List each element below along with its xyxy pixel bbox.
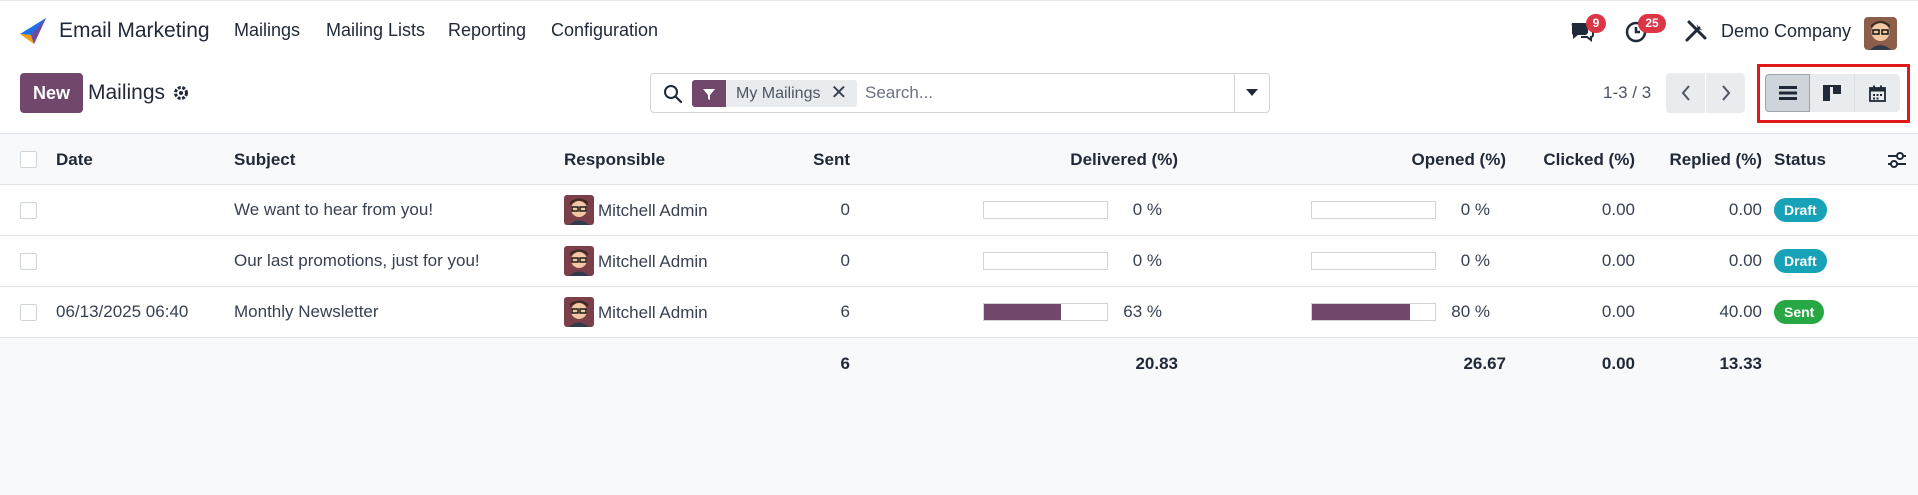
opened-progress-bar [1311,201,1436,219]
delivered-progress-fill [984,304,1062,320]
search-bar[interactable]: My Mailings ✕ [650,73,1235,113]
delivered-progress-bar [983,201,1108,219]
row-checkbox[interactable] [20,202,37,219]
cell-subject: Our last promotions, just for you! [234,251,480,270]
cell-replied: 0.00 [1728,200,1762,219]
tools-icon[interactable] [1683,18,1709,44]
menu-mailings[interactable]: Mailings [234,20,300,41]
status-badge: Draft [1774,249,1827,273]
cell-responsible: Mitchell Admin [598,252,708,271]
pager-next-button[interactable] [1706,73,1745,113]
messages-count-badge: 9 [1586,14,1606,33]
pager-previous-button[interactable] [1666,73,1705,113]
opened-progress-fill [1312,304,1411,320]
header-opened[interactable]: Opened (%) [1330,150,1506,170]
menu-mailing-lists[interactable]: Mailing Lists [326,20,425,41]
cell-delivered: 0 % [1132,251,1162,270]
table-footer-totals: 6 20.83 26.67 0.00 13.33 [0,338,1918,495]
avatar [564,246,594,276]
table-row[interactable]: 06/13/2025 06:40 Monthly Newsletter Mitc… [0,287,1918,338]
view-switcher-highlight [1757,64,1910,123]
header-replied[interactable]: Replied (%) [1640,150,1762,170]
row-checkbox[interactable] [20,253,37,270]
total-opened: 26.67 [1463,354,1506,373]
cell-opened: 80 % [1451,302,1490,321]
cell-clicked: 0.00 [1601,302,1635,321]
table-row[interactable]: Our last promotions, just for you! Mitch… [0,236,1918,287]
cell-opened: 0 % [1460,251,1490,270]
company-switcher[interactable]: Demo Company [1721,21,1851,42]
cell-delivered: 0 % [1132,200,1162,219]
avatar [564,297,594,327]
header-date[interactable]: Date [56,150,93,170]
caret-down-icon [1245,89,1258,96]
status-badge: Sent [1774,300,1825,324]
cell-responsible: Mitchell Admin [598,303,708,322]
cell-replied: 40.00 [1719,302,1762,321]
cell-sent: 0 [840,200,850,219]
cell-responsible: Mitchell Admin [598,201,708,220]
total-replied: 13.33 [1719,354,1762,373]
cell-sent: 6 [840,302,850,321]
chevron-left-icon [1681,85,1690,101]
facet-label: My Mailings [736,84,821,102]
header-responsible[interactable]: Responsible [564,150,665,170]
total-delivered: 20.83 [1135,354,1178,373]
opened-progress-bar [1311,303,1436,321]
filter-icon [692,80,726,107]
header-clicked[interactable]: Clicked (%) [1520,150,1635,170]
close-icon[interactable]: ✕ [830,80,857,107]
search-input[interactable] [865,80,1225,106]
opened-progress-bar [1311,252,1436,270]
cell-clicked: 0.00 [1601,200,1635,219]
cell-subject: We want to hear from you! [234,200,434,219]
page-title: Mailings [88,81,166,104]
cell-subject: Monthly Newsletter [234,302,379,321]
user-avatar[interactable] [1864,17,1897,50]
pager-value[interactable]: 1-3 / 3 [1603,83,1651,103]
total-clicked: 0.00 [1601,354,1635,373]
search-options-toggle[interactable] [1234,73,1270,113]
optional-columns-icon[interactable] [1887,152,1907,168]
activities-count-badge: 25 [1638,14,1666,33]
app-logo-icon[interactable] [18,16,48,46]
delivered-progress-bar [983,252,1108,270]
status-badge: Draft [1774,198,1827,222]
menu-configuration[interactable]: Configuration [551,20,658,41]
filter-facet: My Mailings ✕ [692,80,858,107]
cell-opened: 0 % [1460,200,1490,219]
delivered-progress-bar [983,303,1108,321]
row-checkbox[interactable] [20,304,37,321]
gear-icon[interactable] [172,84,190,102]
table-header: Date Subject Responsible Sent Delivered … [0,133,1918,185]
top-border [0,0,1918,4]
menu-reporting[interactable]: Reporting [448,20,526,41]
chevron-right-icon [1721,85,1730,101]
header-sent[interactable]: Sent [790,150,850,170]
total-sent: 6 [840,354,850,373]
select-all-checkbox[interactable] [20,151,37,168]
search-icon[interactable] [663,84,683,104]
cell-clicked: 0.00 [1601,251,1635,270]
header-delivered[interactable]: Delivered (%) [1000,150,1178,170]
cell-replied: 0.00 [1728,251,1762,270]
cell-sent: 0 [840,251,850,270]
new-button[interactable]: New [20,73,83,113]
header-subject[interactable]: Subject [234,150,295,170]
cell-delivered: 63 % [1123,302,1162,321]
cell-date: 06/13/2025 06:40 [56,302,189,321]
header-status[interactable]: Status [1774,150,1826,170]
avatar [564,195,594,225]
app-name[interactable]: Email Marketing [59,19,210,43]
table-row[interactable]: We want to hear from you! Mitchell Admin… [0,185,1918,236]
